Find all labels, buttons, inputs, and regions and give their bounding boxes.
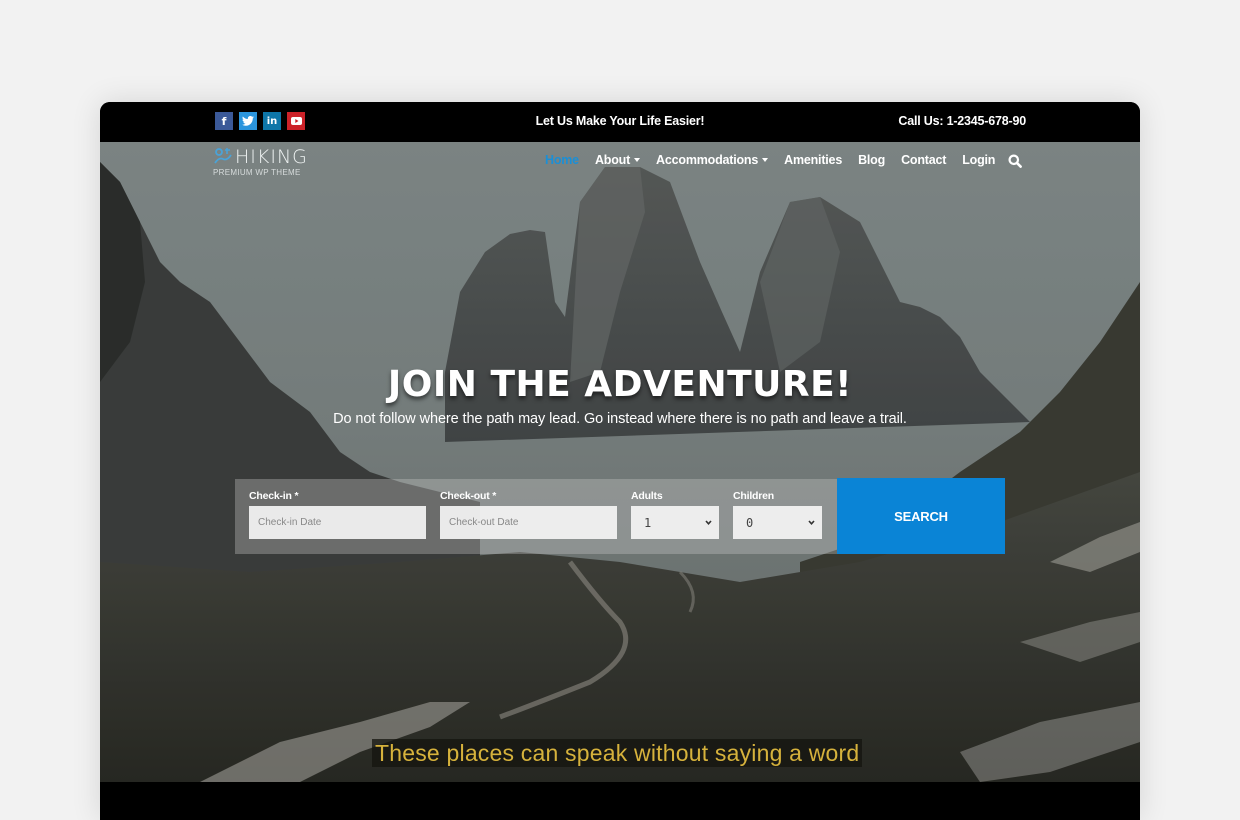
children-value: 0 bbox=[746, 515, 754, 530]
booking-form: Check-in * Check-in Date Check-out * Che… bbox=[235, 479, 837, 554]
checkin-input[interactable]: Check-in Date bbox=[249, 506, 426, 539]
nav-item-about[interactable]: About bbox=[594, 153, 641, 167]
nav-item-home[interactable]: Home bbox=[545, 153, 579, 167]
hero-section: HIKING PREMIUM WP THEME Home About Accom… bbox=[100, 142, 1140, 782]
children-label: Children bbox=[733, 490, 774, 502]
browser-frame: f in Let Us Make Your Life Easier! Call … bbox=[100, 102, 1140, 820]
chevron-down-icon bbox=[808, 520, 815, 526]
nav-label: Amenities bbox=[784, 153, 843, 167]
nav-label: Login bbox=[962, 153, 996, 167]
nav-item-blog[interactable]: Blog bbox=[858, 153, 885, 167]
adults-field: Adults 1 bbox=[631, 490, 719, 539]
checkin-label: Check-in * bbox=[249, 490, 299, 502]
chevron-down-icon bbox=[705, 520, 712, 526]
checkout-label: Check-out * bbox=[440, 490, 497, 502]
caret-down-icon bbox=[634, 158, 641, 162]
hero-headline: JOIN THE ADVENTURE! bbox=[387, 364, 853, 405]
hero-subline: Do not follow where the path may lead. G… bbox=[333, 411, 907, 427]
nav-item-amenities[interactable]: Amenities bbox=[784, 153, 842, 167]
search-button[interactable]: SEARCH bbox=[837, 478, 1005, 554]
adults-value: 1 bbox=[644, 515, 652, 530]
children-select[interactable]: 0 bbox=[733, 506, 822, 539]
checkout-field: Check-out * Check-out Date bbox=[440, 490, 617, 539]
phone-number[interactable]: Call Us: 1-2345-678-90 bbox=[898, 114, 1026, 128]
caret-down-icon bbox=[762, 158, 769, 162]
nav-label: About bbox=[594, 153, 631, 167]
main-nav: Home About Accommodations Amenities Blog… bbox=[545, 153, 1011, 167]
hiker-logo-icon bbox=[214, 148, 232, 164]
checkin-placeholder: Check-in Date bbox=[258, 517, 322, 528]
nav-label: Blog bbox=[858, 153, 886, 167]
bottom-bar bbox=[100, 782, 1140, 820]
nav-item-accommodations[interactable]: Accommodations bbox=[656, 153, 769, 167]
nav-label: Accommodations bbox=[656, 153, 759, 167]
video-caption: These places can speak without saying a … bbox=[372, 739, 863, 767]
children-field: Children 0 bbox=[733, 490, 822, 539]
checkout-placeholder: Check-out Date bbox=[449, 517, 519, 528]
checkin-field: Check-in * Check-in Date bbox=[249, 490, 426, 539]
nav-item-login[interactable]: Login bbox=[962, 153, 995, 167]
nav-label: Contact bbox=[901, 153, 947, 167]
top-bar: f in Let Us Make Your Life Easier! Call … bbox=[100, 102, 1140, 142]
nav-item-contact[interactable]: Contact bbox=[901, 153, 946, 167]
mountain-landscape-image bbox=[100, 142, 1140, 782]
adults-select[interactable]: 1 bbox=[631, 506, 719, 539]
checkout-input[interactable]: Check-out Date bbox=[440, 506, 617, 539]
logo-subtitle: PREMIUM WP THEME bbox=[213, 168, 301, 177]
search-icon[interactable] bbox=[1008, 154, 1022, 168]
nav-label: Home bbox=[545, 153, 579, 167]
logo-title: HIKING bbox=[235, 146, 308, 168]
adults-label: Adults bbox=[631, 490, 663, 502]
